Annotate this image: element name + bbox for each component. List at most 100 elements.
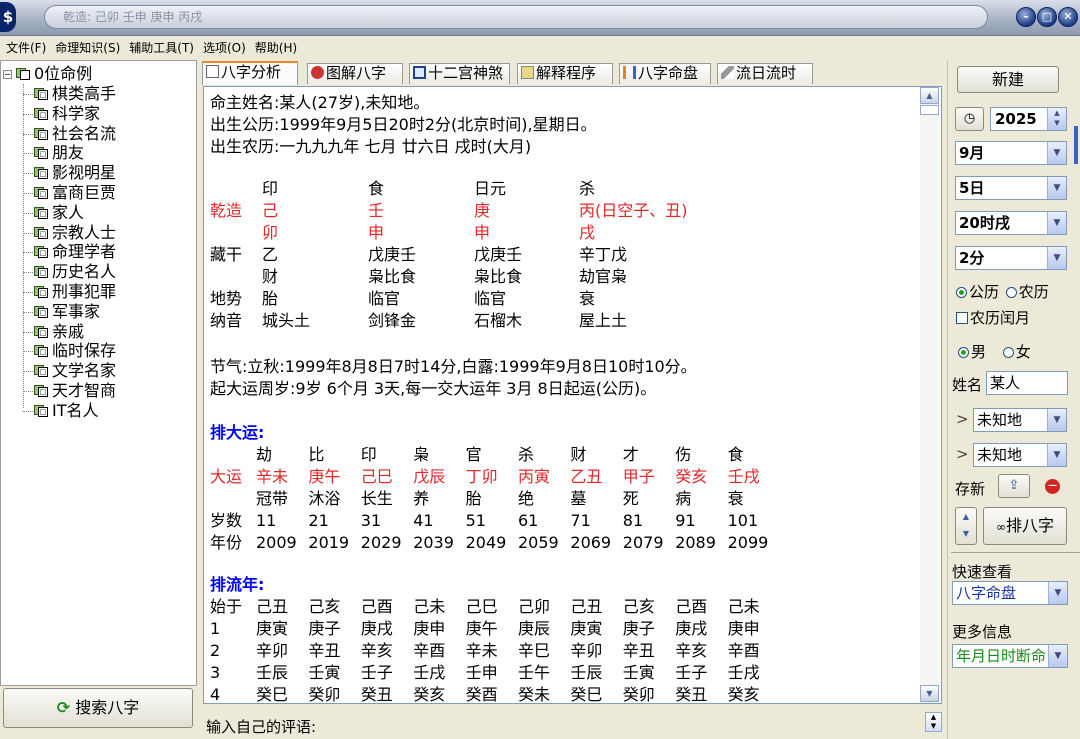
dayun-shen-cell: 杀 (518, 445, 535, 464)
liunian-cell: 己卯 (518, 597, 551, 616)
maximize-button[interactable]: □ (1037, 7, 1057, 27)
search-bazi-button[interactable]: ⟳ 搜索八字 (3, 688, 193, 728)
tree-guide-branch (23, 371, 33, 373)
app-icon[interactable]: $ (0, 2, 16, 32)
expand-place1-icon[interactable]: > (956, 410, 969, 428)
tab-bazi-chart[interactable]: 图解八字 (307, 63, 403, 84)
chevron-down-icon[interactable]: ▼ (1047, 212, 1066, 234)
tree-item-12[interactable]: □ 亲戚 (33, 322, 84, 342)
female-radio[interactable]: 女 (1002, 343, 1031, 361)
dayun-ganzhi-cell: 戊辰 (413, 467, 446, 486)
case-folder-icon: □ (33, 264, 49, 279)
tree-item-0[interactable]: □ 棋类高手 (33, 84, 116, 104)
comment-spin-button[interactable]: ▲ ▼ (925, 712, 942, 732)
tree-item-3[interactable]: □ 朋友 (33, 143, 84, 163)
pillar-zhi-cell: 戌 (579, 223, 596, 242)
pillar-shishen-cell: 印 (262, 179, 279, 198)
chevron-down-icon[interactable]: ▼ (1047, 247, 1066, 269)
leap-month-checkbox[interactable]: 农历闰月 (956, 307, 1030, 328)
liunian-cell: 己酉 (675, 597, 708, 616)
save-new-button[interactable]: ⇪ (998, 474, 1030, 498)
liunian-cell: 己未 (727, 597, 760, 616)
tree-item-2[interactable]: □ 社会名流 (33, 124, 116, 144)
name-label: 姓名 (952, 376, 983, 394)
new-button[interactable]: 新建 (957, 66, 1059, 93)
solar-radio[interactable]: 公历 (956, 283, 999, 301)
menu-help[interactable]: 帮助(H) (249, 37, 300, 56)
tree-item-6[interactable]: □ 家人 (33, 203, 84, 223)
scroll-down-button[interactable]: ▼ (920, 685, 939, 702)
name-input[interactable]: 某人 (986, 371, 1068, 395)
tree-item-13[interactable]: □ 临时保存 (33, 341, 116, 361)
tree-item-7[interactable]: □ 宗教人士 (33, 223, 116, 243)
tree-item-4[interactable]: □ 影视明星 (33, 163, 116, 183)
glasses-icon: ∞ (995, 520, 1006, 534)
pillar-gan-cell: 壬 (368, 201, 385, 220)
scroll-up-button[interactable]: ▲ (920, 87, 939, 104)
chevron-down-icon[interactable]: ▼ (1047, 444, 1066, 466)
tree-guide-branch (23, 292, 33, 293)
dayun-ganzhi-cell: 己巳 (360, 467, 393, 486)
pillar-nayin-cell: 剑锋金 (368, 311, 417, 330)
liunian-cell: 壬申 (465, 663, 498, 682)
lunar-radio[interactable]: 农历 (1005, 283, 1049, 301)
liunian-cell: 癸未 (518, 685, 551, 704)
dayun-changsheng-cell: 衰 (727, 489, 744, 508)
chevron-down-icon[interactable]: ▼ (1047, 177, 1066, 199)
tree-item-14[interactable]: □ 文学名家 (33, 361, 116, 381)
scroll-thumb[interactable] (920, 105, 939, 115)
content-scrollbar[interactable]: ▲ ▼ (920, 87, 939, 703)
tab-twelve-palaces[interactable]: 十二宫神煞 (409, 63, 510, 84)
tree-item-16[interactable]: □ IT名人 (33, 401, 99, 421)
menu-knowledge[interactable]: 命理知识(S) (49, 37, 123, 56)
hour-select[interactable]: 20时戌 ▼ (955, 211, 1067, 235)
expand-place2-icon[interactable]: > (956, 445, 969, 463)
chevron-down-icon[interactable]: ▼ (1047, 142, 1066, 164)
year-spinner[interactable]: 2025 ▲ ▼ (990, 107, 1067, 131)
month-select[interactable]: 9月 ▼ (955, 141, 1067, 165)
pillar-canggan_shen-cell: 枭比食 (368, 267, 417, 286)
record-spinner[interactable]: ▲ ▼ (955, 507, 977, 545)
tree-item-8[interactable]: □ 命理学者 (33, 242, 116, 262)
tree-root[interactable]: − 0位命例 (3, 64, 92, 84)
dayun-years-cell: 2049 (465, 533, 507, 552)
tab-bazi-plate[interactable]: 八字命盘 (619, 63, 711, 84)
paibazi-button[interactable]: ∞排八字 (983, 507, 1067, 545)
day-select[interactable]: 5日 ▼ (955, 176, 1067, 200)
case-tree[interactable]: −0位命例 □ 棋类高手 □ 科学家 □ 社会名流 □ 朋友 □ 影视明星 □ 富商巨贾 □ 家人 □ 宗教人… (0, 60, 197, 686)
dayun-row-label: 岁数 (210, 511, 243, 530)
spin-arrows-icon[interactable]: ▲ ▼ (1047, 108, 1066, 130)
menu-tools[interactable]: 辅助工具(T) (123, 37, 197, 56)
tree-item-15[interactable]: □ 天才智商 (33, 381, 116, 401)
quick-view-select[interactable]: 八字命盘 ▼ (952, 581, 1068, 605)
dayun-ganzhi-cell: 甲子 (622, 467, 655, 486)
delete-icon[interactable]: — (1045, 479, 1060, 494)
menu-file[interactable]: 文件(F) (0, 37, 49, 56)
minimize-button[interactable]: – (1016, 7, 1036, 27)
tab-daily-hourly[interactable]: 流日流时 (717, 63, 813, 84)
tree-item-11[interactable]: □ 军事家 (33, 302, 100, 322)
tab-explain[interactable]: 解释程序 (517, 63, 613, 84)
tab-bazi-analysis[interactable]: 八字分析 (202, 61, 298, 85)
tree-item-label: 刑事犯罪 (52, 282, 117, 301)
liunian-cell: 己酉 (360, 597, 393, 616)
pencil-icon (721, 66, 734, 79)
place-select-2[interactable]: 未知地 ▼ (973, 443, 1067, 467)
chevron-down-icon[interactable]: ▼ (1047, 409, 1066, 431)
menu-options[interactable]: 选项(O) (197, 37, 249, 56)
tree-item-1[interactable]: □ 科学家 (33, 104, 100, 124)
minute-select[interactable]: 2分 ▼ (955, 246, 1067, 270)
tree-item-label: 富商巨贾 (52, 183, 117, 202)
tree-item-5[interactable]: □ 富商巨贾 (33, 183, 116, 203)
male-radio[interactable]: 男 (958, 343, 986, 361)
close-button[interactable]: ✕ (1058, 7, 1078, 27)
tree-item-10[interactable]: □ 刑事犯罪 (33, 282, 116, 302)
chevron-down-icon[interactable]: ▼ (1048, 645, 1067, 667)
place-select-1[interactable]: 未知地 ▼ (973, 408, 1067, 432)
calendar-icon[interactable]: ◷ (955, 107, 984, 131)
tree-item-9[interactable]: □ 历史名人 (33, 262, 116, 282)
chevron-down-icon[interactable]: ▼ (1048, 582, 1067, 604)
dayun-ages-cell: 91 (675, 511, 696, 530)
more-info-select[interactable]: 年月日时断命 ▼ (952, 644, 1068, 668)
collapse-icon[interactable]: − (3, 70, 12, 79)
